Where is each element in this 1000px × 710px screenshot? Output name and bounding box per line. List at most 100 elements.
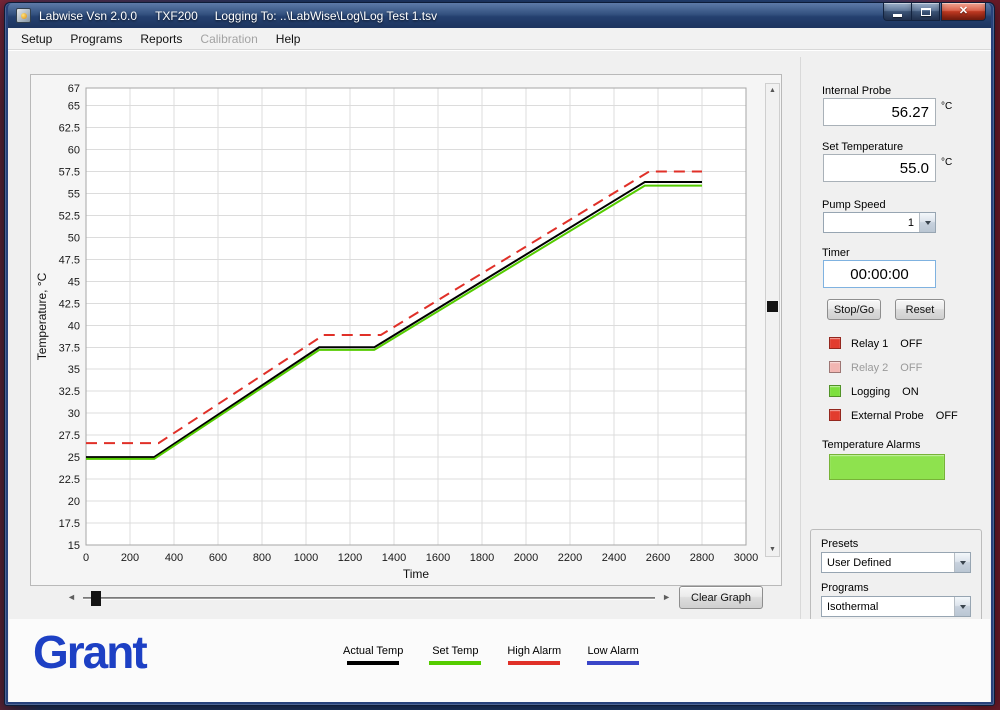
horizontal-slider-thumb[interactable] bbox=[91, 591, 101, 606]
presets-dropdown-button[interactable] bbox=[954, 553, 970, 572]
scroll-down-icon[interactable]: ▼ bbox=[766, 543, 779, 556]
svg-text:62.5: 62.5 bbox=[59, 123, 80, 135]
logging-led-icon bbox=[829, 385, 841, 397]
menu-help[interactable]: Help bbox=[267, 29, 310, 49]
svg-text:40: 40 bbox=[68, 320, 80, 332]
set-temperature-value: 55.0 bbox=[900, 160, 929, 177]
chevron-down-icon bbox=[960, 561, 966, 565]
chart-horizontal-slider[interactable]: ◄ ► bbox=[67, 589, 671, 607]
relay2-state: OFF bbox=[900, 362, 922, 374]
legend-set-temp: Set Temp bbox=[429, 645, 481, 665]
legend-label: High Alarm bbox=[507, 645, 561, 657]
svg-text:Temperature, °C: Temperature, °C bbox=[35, 272, 49, 360]
svg-text:55: 55 bbox=[68, 189, 80, 201]
svg-text:2000: 2000 bbox=[514, 552, 538, 564]
svg-text:200: 200 bbox=[121, 552, 139, 564]
chevron-down-icon bbox=[925, 221, 931, 225]
svg-text:1400: 1400 bbox=[382, 552, 406, 564]
svg-text:35: 35 bbox=[68, 364, 80, 376]
internal-probe-value: 56.27 bbox=[823, 98, 936, 126]
low-alarm-swatch bbox=[587, 661, 639, 665]
relay1-indicator: Relay 1 OFF bbox=[851, 338, 922, 350]
pump-speed-select[interactable]: 1 bbox=[823, 212, 936, 233]
svg-text:52.5: 52.5 bbox=[59, 210, 80, 222]
svg-text:400: 400 bbox=[165, 552, 183, 564]
logging-state: ON bbox=[902, 386, 919, 398]
menu-setup[interactable]: Setup bbox=[12, 29, 61, 49]
legend-high-alarm: High Alarm bbox=[507, 645, 561, 665]
external-probe-indicator: External ProbeOFF bbox=[851, 410, 958, 422]
window-title-model: TXF200 bbox=[155, 9, 198, 23]
logging-label: Logging bbox=[851, 386, 890, 398]
window-controls: ✕ bbox=[883, 3, 989, 21]
svg-text:57.5: 57.5 bbox=[59, 167, 80, 179]
relay1-led-icon bbox=[829, 337, 841, 349]
maximize-icon bbox=[921, 8, 931, 16]
high-alarm-swatch bbox=[508, 661, 560, 665]
menu-reports[interactable]: Reports bbox=[131, 29, 191, 49]
pump-speed-dropdown-button[interactable] bbox=[919, 213, 935, 232]
svg-text:17.5: 17.5 bbox=[59, 518, 80, 530]
vertical-scroll-thumb[interactable] bbox=[767, 301, 778, 312]
chart-vertical-scrollbar[interactable]: ▲ ▼ bbox=[765, 83, 780, 557]
relay1-state: OFF bbox=[900, 338, 922, 350]
svg-text:800: 800 bbox=[253, 552, 271, 564]
app-icon bbox=[16, 8, 31, 23]
relay2-led-icon bbox=[829, 361, 841, 373]
timer-label: Timer bbox=[822, 247, 850, 259]
clear-graph-button[interactable]: Clear Graph bbox=[679, 586, 763, 609]
svg-text:22.5: 22.5 bbox=[59, 474, 80, 486]
svg-text:2600: 2600 bbox=[646, 552, 670, 564]
set-temperature-unit: °C bbox=[941, 157, 952, 168]
programs-select[interactable]: Isothermal bbox=[821, 596, 971, 617]
maximize-button[interactable] bbox=[912, 3, 940, 21]
svg-text:60: 60 bbox=[68, 145, 80, 157]
svg-text:32.5: 32.5 bbox=[59, 386, 80, 398]
svg-text:1800: 1800 bbox=[470, 552, 494, 564]
relay2-label: Relay 2 bbox=[851, 362, 888, 374]
relay2-indicator: Relay 2 OFF bbox=[851, 362, 922, 374]
set-temperature-field[interactable]: 55.0 bbox=[823, 154, 936, 182]
svg-text:0: 0 bbox=[83, 552, 89, 564]
panel-divider bbox=[800, 57, 801, 696]
timer-value: 00:00:00 bbox=[850, 266, 908, 283]
svg-text:25: 25 bbox=[68, 452, 80, 464]
pump-speed-value: 1 bbox=[824, 217, 919, 229]
svg-text:27.5: 27.5 bbox=[59, 430, 80, 442]
programs-label: Programs bbox=[821, 582, 869, 594]
window-title-logging: Logging To: ..\LabWise\Log\Log Test 1.ts… bbox=[215, 9, 437, 23]
svg-text:45: 45 bbox=[68, 276, 80, 288]
svg-text:2800: 2800 bbox=[690, 552, 714, 564]
svg-text:3000: 3000 bbox=[734, 552, 758, 564]
svg-text:37.5: 37.5 bbox=[59, 342, 80, 354]
footer: Grant Actual Temp Set Temp High Alarm bbox=[9, 619, 990, 702]
scroll-up-icon[interactable]: ▲ bbox=[766, 84, 779, 97]
minimize-button[interactable] bbox=[883, 3, 912, 21]
legend-low-alarm: Low Alarm bbox=[587, 645, 639, 665]
menu-calibration: Calibration bbox=[191, 29, 266, 49]
close-button[interactable]: ✕ bbox=[941, 3, 986, 21]
app-window: Labwise Vsn 2.0.0 TXF200 Logging To: ..\… bbox=[4, 2, 995, 706]
programs-value: Isothermal bbox=[822, 601, 954, 613]
titlebar[interactable]: Labwise Vsn 2.0.0 TXF200 Logging To: ..\… bbox=[8, 3, 991, 28]
relay1-label: Relay 1 bbox=[851, 338, 888, 350]
temperature-alarms-label: Temperature Alarms bbox=[822, 439, 920, 451]
slider-left-icon[interactable]: ◄ bbox=[67, 592, 76, 602]
minimize-icon bbox=[893, 14, 902, 17]
svg-text:Time: Time bbox=[403, 567, 430, 581]
actual-temp-swatch bbox=[347, 661, 399, 665]
svg-text:67: 67 bbox=[68, 83, 80, 95]
programs-dropdown-button[interactable] bbox=[954, 597, 970, 616]
timer-field[interactable]: 00:00:00 bbox=[823, 260, 936, 288]
svg-text:1600: 1600 bbox=[426, 552, 450, 564]
chevron-down-icon bbox=[960, 605, 966, 609]
svg-text:1200: 1200 bbox=[338, 552, 362, 564]
slider-right-icon[interactable]: ► bbox=[662, 592, 671, 602]
reset-button[interactable]: Reset bbox=[895, 299, 945, 320]
temperature-alarms-status bbox=[829, 454, 945, 480]
menu-programs[interactable]: Programs bbox=[61, 29, 131, 49]
external-probe-led-icon bbox=[829, 409, 841, 421]
presets-select[interactable]: User Defined bbox=[821, 552, 971, 573]
stop-go-button[interactable]: Stop/Go bbox=[827, 299, 881, 320]
slider-track[interactable] bbox=[83, 597, 655, 600]
